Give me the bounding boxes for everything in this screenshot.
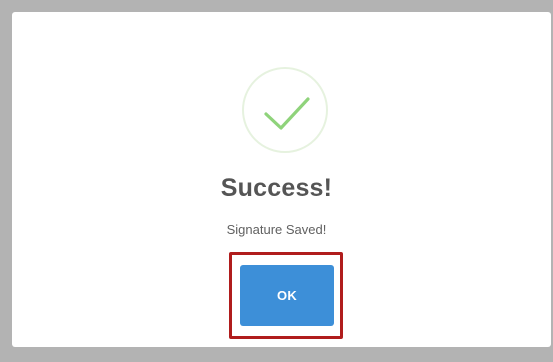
- ok-button[interactable]: OK: [240, 265, 334, 326]
- dialog-message: Signature Saved!: [226, 222, 327, 237]
- success-check-icon: [242, 67, 328, 153]
- dialog-title: Success!: [220, 174, 333, 202]
